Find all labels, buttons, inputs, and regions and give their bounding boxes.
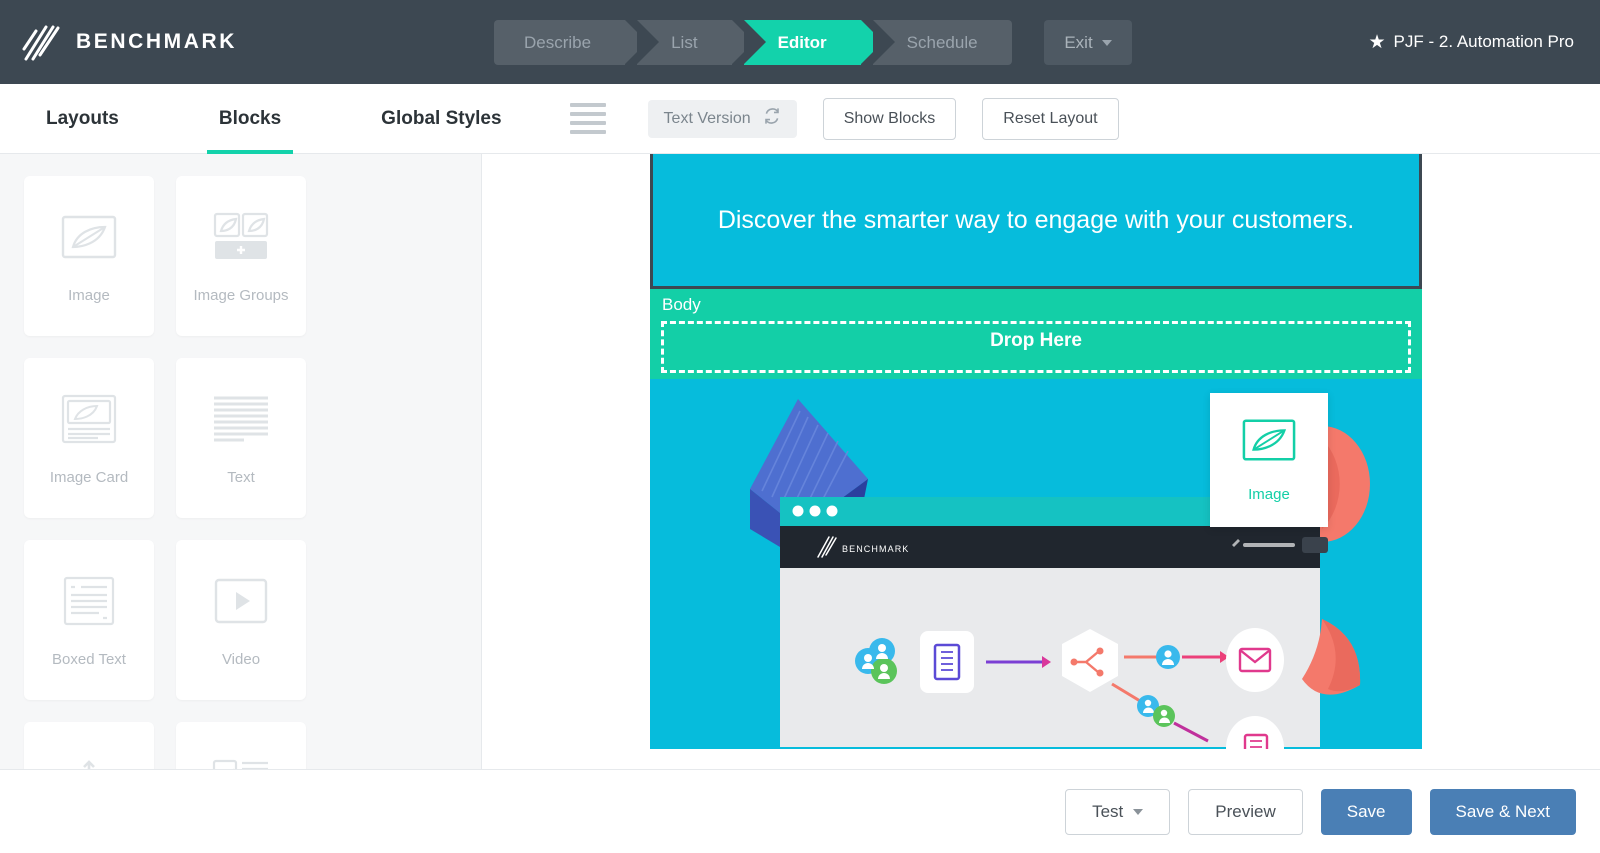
blocks-grid: Image Image Groups	[24, 176, 457, 769]
block-tile-boxed-text[interactable]: Boxed Text	[24, 540, 154, 700]
block-label: Image	[68, 287, 110, 304]
account-label: PJF - 2. Automation Pro	[1394, 32, 1574, 52]
block-tile-divider[interactable]: Divider	[24, 722, 154, 769]
divider-arrows-icon	[60, 755, 118, 770]
show-blocks-button[interactable]: Show Blocks	[823, 98, 957, 140]
image-groups-icon	[212, 209, 270, 265]
show-blocks-label: Show Blocks	[844, 110, 936, 128]
text-version-label: Text Version	[664, 110, 751, 128]
chevron-down-icon	[1102, 40, 1112, 46]
block-label: Image Card	[50, 469, 128, 486]
block-tile-image[interactable]: Image	[24, 176, 154, 336]
drop-zone[interactable]: Body Drop Here	[650, 289, 1422, 379]
image-leaf-icon	[61, 209, 117, 265]
tab-layouts[interactable]: Layouts	[46, 84, 119, 154]
text-version-button[interactable]: Text Version	[648, 100, 797, 138]
editor-toolbar: Layouts Blocks Global Styles Text Versio…	[0, 84, 1600, 154]
test-button[interactable]: Test	[1065, 789, 1170, 835]
video-play-icon	[214, 573, 268, 629]
body-label: Body	[662, 295, 701, 315]
dragging-image-block[interactable]: Image	[1210, 393, 1328, 527]
block-tile-image-card[interactable]: Image Card	[24, 358, 154, 518]
footer-actions: Test Preview Save Save & Next	[0, 769, 1600, 853]
top-header: BENCHMARK Describe List Editor Schedule …	[0, 0, 1600, 84]
exit-label: Exit	[1064, 33, 1092, 53]
chevron-down-icon	[1133, 809, 1143, 815]
block-tile-video[interactable]: Video	[176, 540, 306, 700]
main-area: Image Image Groups	[0, 154, 1600, 769]
step-label: Editor	[778, 33, 827, 53]
block-label: Text	[227, 469, 255, 486]
hero-headline-block[interactable]: Discover the smarter way to engage with …	[650, 154, 1422, 289]
save-button[interactable]: Save	[1321, 789, 1412, 835]
tab-label: Blocks	[219, 108, 281, 130]
email-canvas: Discover the smarter way to engage with …	[482, 154, 1600, 769]
star-icon: ★	[1368, 33, 1385, 52]
refresh-sync-icon	[763, 107, 781, 130]
save-and-next-button[interactable]: Save & Next	[1430, 789, 1577, 835]
step-label: Describe	[524, 33, 591, 53]
block-tile-text[interactable]: Text	[176, 358, 306, 518]
tab-label: Layouts	[46, 108, 119, 130]
wizard-steps: Describe List Editor Schedule	[494, 20, 1024, 65]
brand-name: BENCHMARK	[76, 30, 237, 54]
step-schedule[interactable]: Schedule	[873, 20, 1012, 65]
right-text-icon	[212, 755, 270, 770]
blocks-palette: Image Image Groups	[0, 154, 482, 769]
step-label: Schedule	[907, 33, 978, 53]
save-next-label: Save & Next	[1456, 802, 1551, 822]
text-lines-icon	[212, 391, 270, 447]
brand-logo[interactable]: BENCHMARK	[0, 21, 237, 63]
drop-here-label: Drop Here	[990, 330, 1082, 352]
step-label: List	[671, 33, 697, 53]
tab-label: Global Styles	[381, 108, 501, 130]
headline-text: Discover the smarter way to engage with …	[702, 206, 1370, 235]
drag-label: Image	[1248, 486, 1290, 503]
boxed-text-icon	[63, 573, 115, 629]
step-describe[interactable]: Describe	[494, 20, 625, 65]
step-editor[interactable]: Editor	[744, 20, 861, 65]
block-tile-image-groups[interactable]: Image Groups	[176, 176, 306, 336]
benchmark-slashes-logo-icon	[22, 21, 62, 63]
block-label: Image Groups	[193, 287, 288, 304]
tab-blocks[interactable]: Blocks	[219, 84, 281, 154]
account-menu[interactable]: ★ PJF - 2. Automation Pro	[1368, 0, 1574, 84]
browser-brand: BENCHMARK	[842, 544, 909, 554]
block-label: Video	[222, 651, 260, 668]
block-tile-right-text[interactable]: Right Text	[176, 722, 306, 769]
preview-button[interactable]: Preview	[1188, 789, 1302, 835]
save-label: Save	[1347, 802, 1386, 822]
step-list[interactable]: List	[637, 20, 731, 65]
hamburger-menu-icon[interactable]	[570, 103, 606, 134]
image-leaf-icon	[1242, 417, 1296, 468]
reset-layout-label: Reset Layout	[1003, 110, 1097, 128]
exit-button[interactable]: Exit	[1044, 20, 1132, 65]
tab-global-styles[interactable]: Global Styles	[381, 84, 501, 154]
preview-label: Preview	[1215, 802, 1275, 822]
reset-layout-button[interactable]: Reset Layout	[982, 98, 1118, 140]
image-card-icon	[61, 391, 117, 447]
block-label: Boxed Text	[52, 651, 126, 668]
test-label: Test	[1092, 802, 1123, 822]
